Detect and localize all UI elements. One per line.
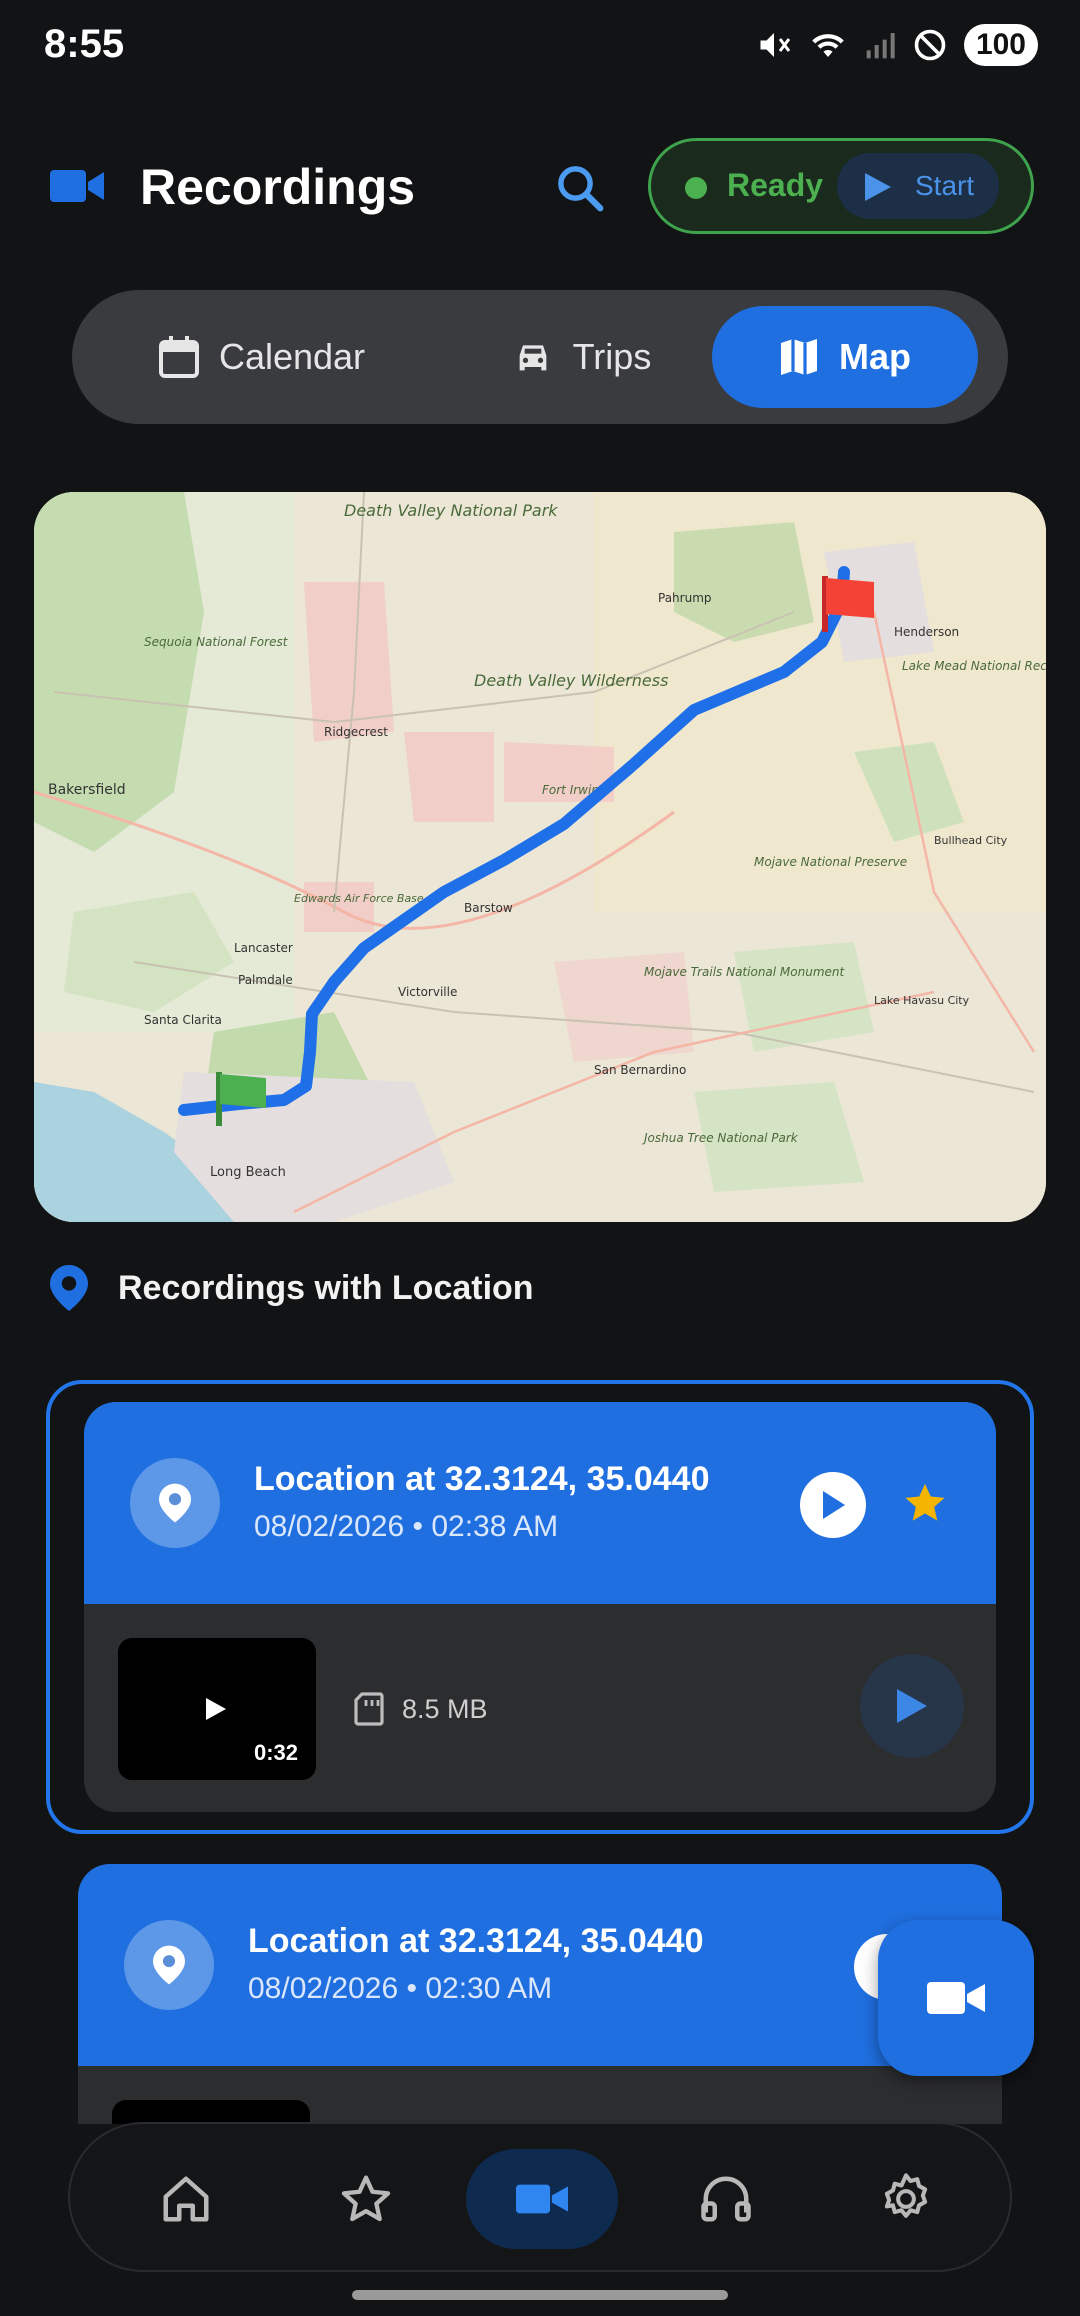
- recording-card[interactable]: Location at 32.3124, 35.0440 08/02/2026 …: [78, 1864, 1002, 2124]
- section-title: Recordings with Location: [118, 1268, 534, 1307]
- status-bar: 8:55 100: [0, 0, 1080, 96]
- map-label-lake-havasu: Lake Havasu City: [874, 994, 970, 1007]
- map-label-lake-mead: Lake Mead National Recreation Area: [902, 659, 1046, 673]
- video-camera-icon: [927, 1982, 985, 2014]
- map-icon: [781, 339, 817, 375]
- tab-map-label: Map: [839, 336, 911, 377]
- map-label-mojave-preserve: Mojave National Preserve: [754, 855, 907, 869]
- map-label-death-valley-np: Death Valley National Park: [344, 501, 558, 520]
- ready-status-dot: [685, 177, 707, 199]
- map-label-ridgecrest: Ridgecrest: [324, 725, 388, 739]
- map-label-san-bernardino: San Bernardino: [594, 1063, 686, 1077]
- star-icon: [341, 2175, 391, 2222]
- search-icon: [558, 166, 604, 212]
- map-label-barstow: Barstow: [464, 901, 513, 915]
- map-label-mojave-trails: Mojave Trails National Monument: [644, 965, 846, 979]
- recording-card-header: Location at 32.3124, 35.0440 08/02/2026 …: [78, 1864, 1002, 2066]
- tab-calendar-label: Calendar: [218, 336, 366, 377]
- map-label-sequoia: Sequoia National Forest: [144, 635, 289, 649]
- nav-favorites[interactable]: [316, 2149, 416, 2249]
- wifi-icon: [812, 34, 844, 57]
- video-camera-icon: [50, 166, 106, 211]
- video-duration: 0:32: [253, 1740, 298, 1765]
- map-label-henderson: Henderson: [894, 625, 959, 639]
- location-avatar: [124, 1920, 214, 2010]
- ready-status-text: Ready: [727, 167, 824, 203]
- location-pin-icon: [159, 1483, 191, 1523]
- nav-recordings[interactable]: [466, 2149, 618, 2249]
- signal-icon: [866, 33, 895, 59]
- battery-indicator: 100: [963, 24, 1038, 66]
- bottom-navigation: [68, 2122, 1012, 2272]
- recorder-status-chip: Ready Start: [648, 138, 1034, 234]
- map-label-joshua-tree: Joshua Tree National Park: [642, 1131, 799, 1145]
- start-label: Start: [915, 170, 975, 201]
- recording-title: Location at 32.3124, 35.0440: [254, 1460, 710, 1498]
- start-recording-button[interactable]: Start: [837, 153, 999, 219]
- recording-date: 08/02/2026 • 02:30 AM: [248, 1972, 553, 2005]
- play-icon: [897, 1689, 927, 1723]
- map-label-death-valley-wild: Death Valley Wilderness: [474, 671, 668, 690]
- app-header: Recordings Ready Start: [0, 132, 1080, 242]
- home-icon: [163, 2176, 209, 2222]
- trip-map[interactable]: Death Valley National Park Death Valley …: [34, 492, 1046, 1222]
- map-label-pahrump: Pahrump: [658, 591, 712, 605]
- play-icon: [823, 1491, 845, 1519]
- play-button[interactable]: [800, 1472, 866, 1538]
- open-video-button[interactable]: [860, 1654, 964, 1758]
- map-label-santa-clarita: Santa Clarita: [144, 1013, 222, 1027]
- video-thumbnail[interactable]: [112, 2100, 310, 2124]
- map-label-edwards: Edwards Air Force Base: [294, 892, 424, 905]
- recording-card-header: Location at 32.3124, 35.0440 08/02/2026 …: [84, 1402, 996, 1604]
- car-icon: [519, 345, 546, 371]
- map-label-lancaster: Lancaster: [234, 941, 293, 955]
- tab-trips-label: Trips: [572, 336, 652, 377]
- record-fab-button[interactable]: [878, 1920, 1034, 2076]
- gear-icon: [884, 2173, 928, 2218]
- tab-trips[interactable]: Trips: [472, 306, 692, 408]
- nav-settings[interactable]: [856, 2149, 956, 2249]
- page-title: Recordings: [140, 159, 416, 215]
- location-avatar: [130, 1458, 220, 1548]
- file-size-row: 8.5 MB: [354, 1692, 488, 1726]
- search-button[interactable]: [548, 156, 612, 220]
- tab-calendar[interactable]: Calendar: [132, 306, 392, 408]
- sd-card-icon: [354, 1692, 384, 1726]
- nav-home[interactable]: [136, 2149, 236, 2249]
- status-time: 8:55: [44, 22, 125, 66]
- recording-date: 08/02/2026 • 02:38 AM: [254, 1510, 559, 1543]
- status-icons: 100: [756, 24, 1038, 66]
- file-size: 8.5 MB: [402, 1693, 488, 1724]
- tab-map[interactable]: Map: [712, 306, 978, 408]
- location-pin-icon: [153, 1945, 185, 1985]
- section-heading: Recordings with Location: [50, 1262, 534, 1314]
- home-indicator[interactable]: [352, 2290, 728, 2300]
- recording-title: Location at 32.3124, 35.0440: [248, 1922, 704, 1960]
- favorite-star-icon[interactable]: [902, 1480, 948, 1526]
- map-label-bullhead: Bullhead City: [934, 834, 1008, 847]
- map-label-victorville: Victorville: [398, 985, 457, 999]
- video-camera-icon: [516, 2184, 568, 2214]
- headphones-icon: [701, 2176, 751, 2222]
- play-icon: [865, 173, 891, 201]
- map-label-bakersfield: Bakersfield: [48, 782, 126, 798]
- map-label-long-beach: Long Beach: [210, 1165, 286, 1180]
- video-thumbnail[interactable]: 0:32: [118, 1638, 316, 1780]
- calendar-icon: [158, 336, 199, 378]
- mute-icon: [760, 33, 791, 57]
- nav-audio[interactable]: [676, 2149, 776, 2249]
- play-icon: [206, 1698, 226, 1720]
- location-pin-icon: [50, 1265, 88, 1311]
- do-not-disturb-icon: [914, 29, 946, 61]
- map-label-palmdale: Palmdale: [238, 973, 293, 987]
- recording-card[interactable]: Location at 32.3124, 35.0440 08/02/2026 …: [84, 1402, 996, 1812]
- view-mode-tabs: Calendar Trips Map: [72, 290, 1008, 424]
